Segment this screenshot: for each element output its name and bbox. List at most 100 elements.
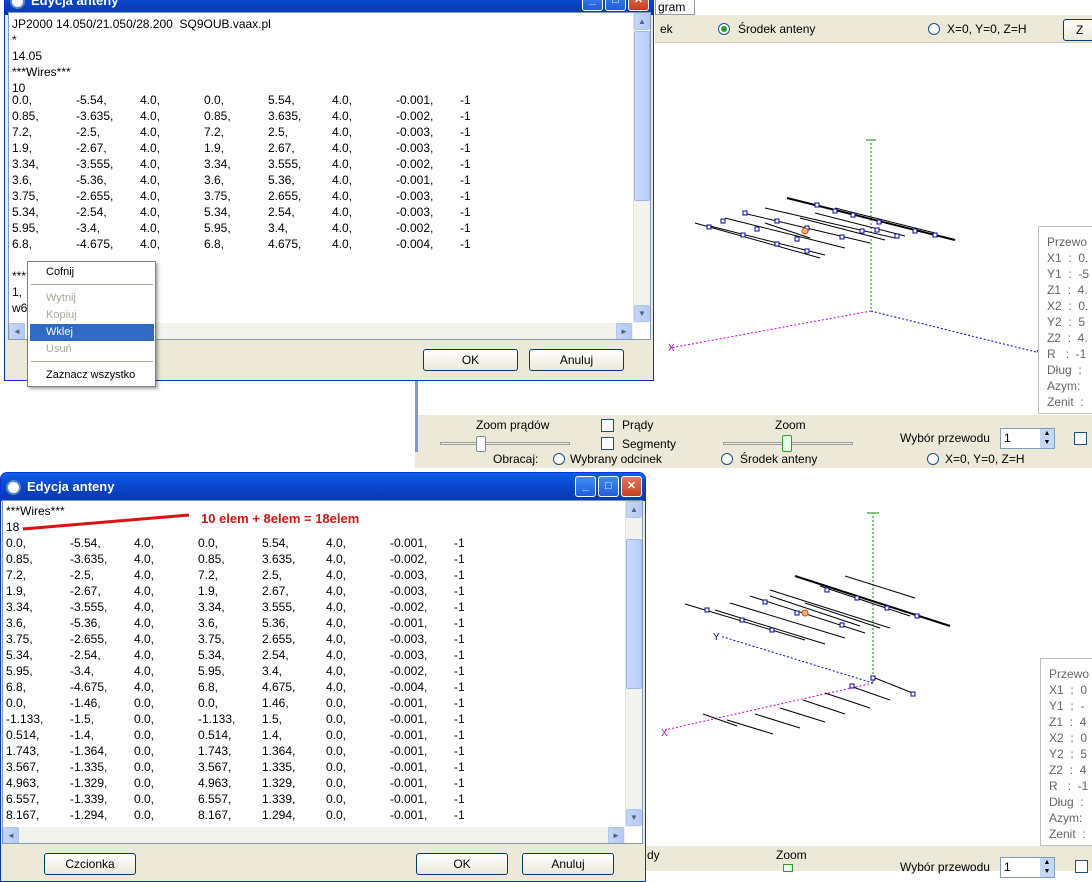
radio-origin[interactable]	[928, 23, 940, 35]
wybor-spinner[interactable]: 1 ▲ ▼	[1000, 428, 1055, 449]
bottom-hscroll[interactable]: ◄ ►	[3, 827, 625, 843]
wire-cell: -1	[454, 664, 465, 678]
wire-cell: -1	[454, 680, 465, 694]
wire-cell: 5.95,	[198, 664, 225, 678]
mid-radio-1[interactable]	[553, 453, 565, 465]
info-line: Z1 : 4	[1049, 715, 1087, 729]
close-button[interactable]: ✕	[621, 476, 642, 497]
scroll-down-button[interactable]: ▼	[626, 809, 642, 826]
menu-cofnij[interactable]: Cofnij	[30, 264, 154, 281]
segment-marker	[742, 210, 748, 216]
wire-cell: 3.34,	[12, 157, 39, 171]
wire-cell: 3.4,	[262, 664, 283, 678]
wire-cell: -1	[454, 712, 465, 726]
wire-cell: 4.0,	[332, 157, 353, 171]
mid-radio-3[interactable]	[927, 453, 939, 465]
close-button[interactable]: ✕	[628, 0, 649, 11]
scroll-thumb[interactable]	[626, 539, 642, 689]
segment-marker	[739, 617, 745, 623]
wire-cell: -0.002,	[396, 109, 434, 123]
lower-wire	[849, 685, 891, 701]
info-line: Azym:	[1047, 379, 1081, 393]
bottom-wire-textarea[interactable]: ***Wires*** 18 10 elem + 8elem = 18elem …	[2, 500, 643, 844]
info-line: R : -1	[1049, 779, 1089, 793]
minimize-button[interactable]: _	[575, 476, 596, 497]
scroll-right-button[interactable]: ►	[616, 323, 632, 339]
zoom-thumb[interactable]	[782, 435, 792, 452]
top-cancel-button[interactable]: Anuluj	[529, 349, 624, 371]
wire-cell: -0.002,	[390, 664, 428, 678]
wire-cell: 4.963,	[6, 776, 40, 790]
minimize-button[interactable]: _	[582, 0, 603, 11]
wire-cell: -1.5,	[70, 712, 95, 726]
wire-cell: 1.339,	[262, 792, 296, 806]
menu-zaznacz-wszystko[interactable]: Zaznacz wszystko	[30, 367, 154, 384]
bottom-extra-checkbox[interactable]	[1075, 860, 1088, 873]
segmenty-checkbox[interactable]	[601, 437, 614, 450]
bottom-ok-button[interactable]: OK	[416, 853, 508, 875]
top-z-button[interactable]: Z	[1063, 19, 1092, 41]
text-line: *	[12, 33, 17, 47]
zoom-pradow-thumb[interactable]	[476, 436, 486, 452]
scroll-up-button[interactable]: ▲	[634, 13, 650, 30]
scroll-left-button[interactable]: ◄	[9, 323, 25, 339]
wire-cell: -1	[460, 141, 471, 155]
tab-diagram[interactable]: gram	[655, 0, 695, 15]
segment-marker	[859, 228, 865, 234]
wire-cell: 4.0,	[332, 93, 353, 107]
bottom-wybor-spinner[interactable]: 1 ▲ ▼	[1000, 857, 1055, 878]
lower-wire	[754, 713, 801, 729]
wire-cell: -1	[460, 93, 471, 107]
wire-cell: 4.0,	[326, 536, 347, 550]
segment-marker	[912, 228, 918, 234]
maximize-button[interactable]: □	[605, 0, 626, 11]
wire-cell: -1	[460, 237, 471, 251]
wire-cell: 3.34,	[204, 157, 231, 171]
bottom-cancel-button[interactable]: Anuluj	[522, 853, 614, 875]
font-button[interactable]: Czcionka	[44, 853, 136, 875]
segment-marker	[794, 236, 800, 242]
wire	[684, 603, 806, 641]
bottom-antenna-view: X Y	[661, 512, 951, 739]
wire-cell: 4.0,	[140, 237, 161, 251]
wire-cell: 0.514,	[198, 728, 232, 742]
extra-checkbox[interactable]	[1074, 432, 1087, 445]
wire-cell: 4.0,	[140, 109, 161, 123]
wire-cell: -2.67,	[70, 584, 101, 598]
wire-cell: -5.36,	[76, 173, 107, 187]
wire-cell: 4.0,	[134, 584, 155, 598]
scroll-right-button[interactable]: ►	[608, 827, 624, 843]
maximize-button[interactable]: □	[598, 476, 619, 497]
wire-cell: -0.001,	[390, 792, 428, 806]
top-ok-button[interactable]: OK	[423, 349, 518, 371]
segment-marker	[762, 599, 768, 605]
bottom-vscroll[interactable]: ▲ ▼	[625, 501, 642, 827]
prady-checkbox[interactable]	[601, 419, 614, 432]
wire-cell: -2.54,	[76, 205, 107, 219]
wire-cell: 2.655,	[262, 632, 296, 646]
mid-radio-2[interactable]	[721, 453, 733, 465]
scroll-left-button[interactable]: ◄	[3, 827, 19, 843]
wire-cell: 0.0,	[6, 536, 27, 550]
wire-cell: 6.557,	[6, 792, 40, 806]
scroll-down-button[interactable]: ▼	[634, 305, 650, 322]
wire-cell: 3.34,	[198, 600, 225, 614]
wire-cell: 3.34,	[6, 600, 33, 614]
wire-cell: 2.5,	[262, 568, 283, 582]
app-icon	[6, 480, 21, 495]
wire-cell: 0.0,	[326, 712, 347, 726]
segment-marker	[914, 613, 920, 619]
top-vscroll[interactable]: ▲ ▼	[633, 13, 650, 323]
radio-srodek[interactable]	[718, 23, 730, 35]
menu-wklej[interactable]: Wklej	[30, 324, 154, 341]
scroll-up-button[interactable]: ▲	[626, 501, 642, 518]
scroll-thumb[interactable]	[634, 31, 650, 201]
wire-cell: 4.0,	[134, 568, 155, 582]
zoom-pradow-slider[interactable]	[440, 442, 570, 445]
info-line: Przewo	[1047, 235, 1088, 249]
wire-cell: 4.0,	[332, 221, 353, 235]
wire-cell: 4.0,	[134, 536, 155, 550]
wire-cell: 1.329,	[262, 776, 296, 790]
wire-cell: 1.743,	[198, 744, 232, 758]
middle-radio-strip: Obracaj: Wybrany odcinek Środek anteny X…	[415, 452, 1092, 468]
